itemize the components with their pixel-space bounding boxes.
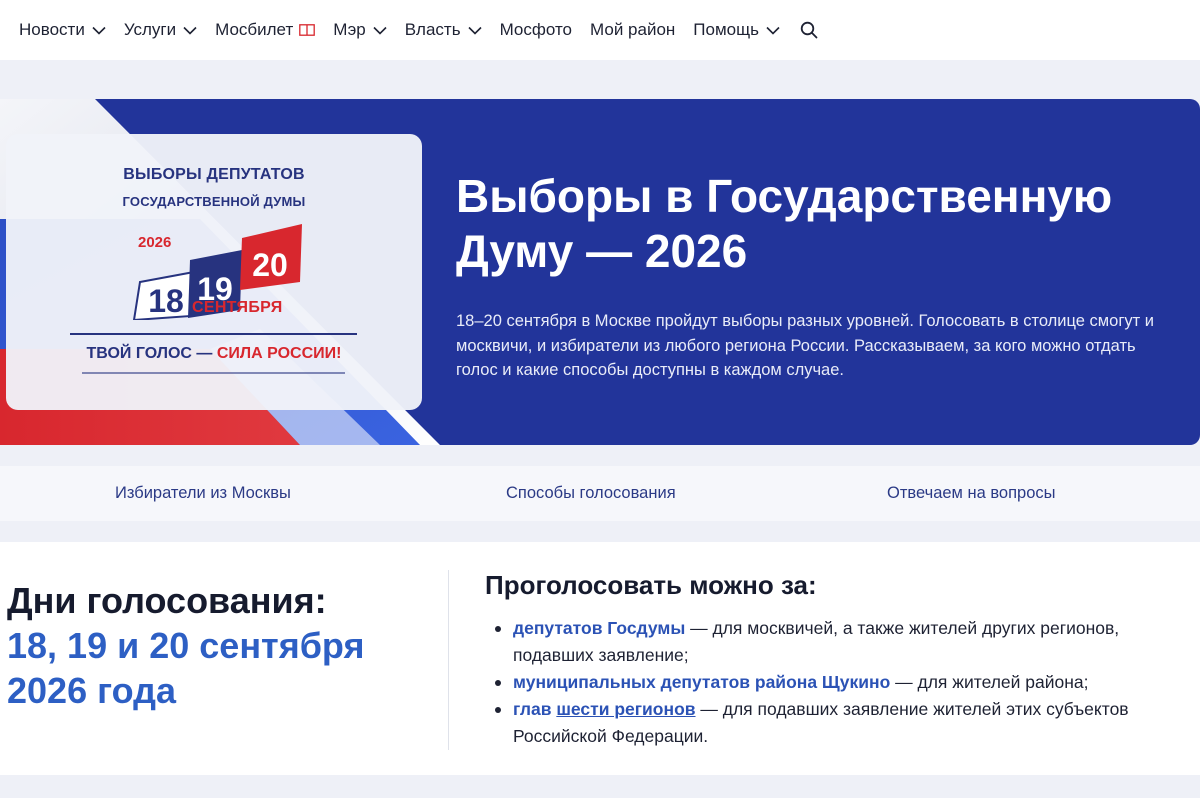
nav-item-label: Мосфото [499,20,573,39]
nav-item-label: Власть [404,20,461,39]
poster-day-1: 18 [148,283,184,319]
nav-item-label: Новости [19,20,85,39]
nav-item-label: Мэр [333,20,366,39]
poster-subheading: ГОСУДАРСТВЕННОЙ ДУМЫ [122,194,306,209]
chevron-down-icon [92,26,106,35]
nav-item-help[interactable]: Помощь [693,20,780,40]
vertical-divider [448,570,449,750]
nav-item-my-district[interactable]: Мой район [590,20,675,40]
page-title: Выборы в Государственную Думу — 2026 [456,170,1113,277]
nav-item-news[interactable]: Новости [19,20,106,40]
tab-faq[interactable]: Отвечаем на вопросы [887,466,1056,521]
poster-year: 2026 [138,234,172,251]
book-icon [299,24,316,36]
list-item: депутатов Госдумы — для москвичей, а так… [485,615,1185,669]
list-item: глав шести регионов — для подавших заявл… [485,696,1185,750]
nav-item-services[interactable]: Услуги [124,20,197,40]
hero-description: 18–20 сентября в Москве пройдут выборы р… [456,312,1154,379]
poster-month: СЕНТЯБРЯ [192,299,283,316]
voting-days-dates: 18, 19 и 20 сентября 2026 года [7,625,365,711]
link-duma-deputies[interactable]: депутатов Госдумы [513,618,685,638]
poster-day-3: 20 [252,247,288,283]
chevron-down-icon [373,26,387,35]
nav-item-mosbilet[interactable]: Мосбилет [215,20,316,40]
vote-for-heading: Проголосовать можно за: [485,570,817,600]
nav-item-label: Мосбилет [215,20,294,39]
nav-item-authority[interactable]: Власть [405,20,482,40]
slogan-part-1: ТВОЙ ГОЛОС — [86,345,217,362]
chevron-down-icon [766,26,780,35]
nav-item-label: Помощь [693,20,759,39]
list-item-text: — для жителей района; [890,672,1089,692]
search-icon[interactable] [800,21,818,39]
link-prefix: глав [513,699,557,719]
tab-moscow-voters[interactable]: Избиратели из Москвы [115,466,291,521]
nav-item-mayor[interactable]: Мэр [333,20,387,40]
link-municipal-deputies[interactable]: муниципальных депутатов района Щукино [513,672,890,692]
chevron-down-icon [468,26,482,35]
vote-for-list: депутатов Госдумы — для москвичей, а так… [485,615,1185,750]
chevron-down-icon [183,26,197,35]
poster-divider [82,372,345,374]
poster-divider [70,333,357,335]
slogan-part-2: СИЛА РОССИИ! [216,345,342,362]
nav-item-label: Мой район [590,20,676,39]
voting-days-heading: Дни голосования: [7,580,327,621]
nav-item-label: Услуги [123,20,177,39]
top-navigation: Новости Услуги Мосбилет Мэр Власть Мосфо… [0,0,1200,60]
hero-banner: ВЫБОРЫ ДЕПУТАТОВ ГОСУДАРСТВЕННОЙ ДУМЫ 18… [0,99,1200,445]
tab-voting-methods[interactable]: Способы голосования [506,466,676,521]
nav-item-mosfoto[interactable]: Мосфото [500,20,572,40]
voting-info-section: Дни голосования: 18, 19 и 20 сентября 20… [0,542,1200,775]
section-tabs: Избиратели из Москвы Способы голосования… [0,466,1200,521]
link-six-regions[interactable]: шести регионов [556,699,695,719]
list-item: муниципальных депутатов района Щукино — … [485,669,1185,696]
poster-slogan: ТВОЙ ГОЛОС — СИЛА РОССИИ! [6,345,422,363]
election-poster: ВЫБОРЫ ДЕПУТАТОВ ГОСУДАРСТВЕННОЙ ДУМЫ 18… [6,134,422,410]
poster-heading: ВЫБОРЫ ДЕПУТАТОВ [123,166,305,183]
